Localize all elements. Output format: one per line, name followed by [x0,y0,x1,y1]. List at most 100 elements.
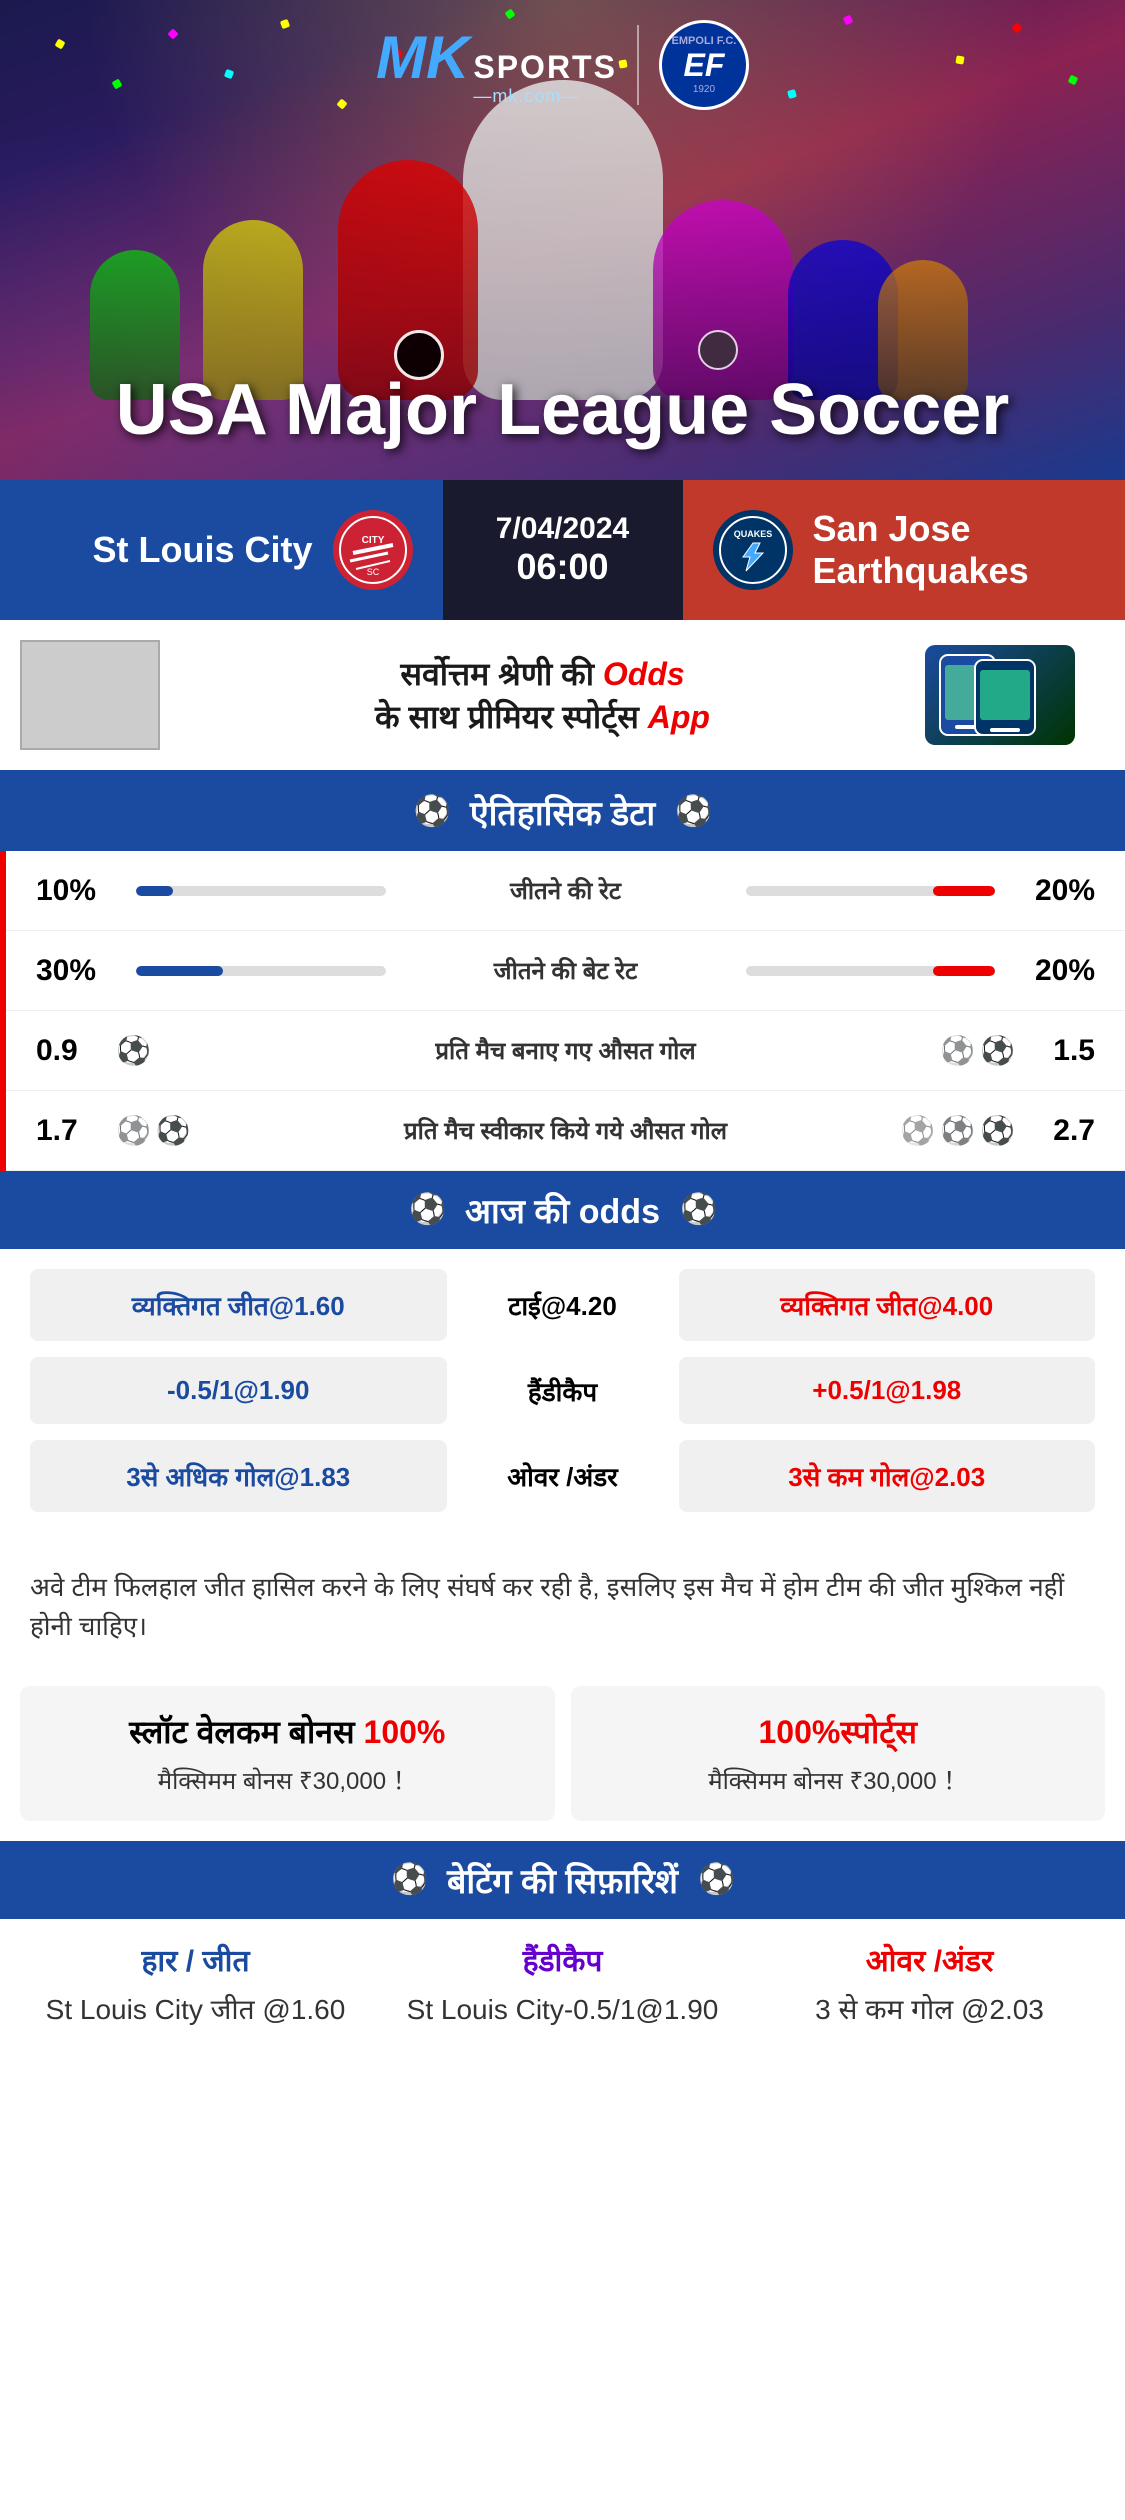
stat-row-avg-goals-scored: 0.9 ⚽ प्रति मैच बनाए गए औसत गोल ⚽ ⚽ 1.5 [6,1011,1125,1091]
team-home-name: St Louis City [92,529,312,571]
rec-value-over-under: 3 से कम गोल @2.03 [754,1990,1105,2029]
stat-bar-right-win-rate [746,886,996,896]
rec-value-handicap: St Louis City-0.5/1@1.90 [387,1990,738,2029]
ball-icon-1: ⚽ [116,1034,151,1067]
betting-rec-title: बेटिंग की सिफ़ारिशें [447,1857,678,1903]
stat-label-bet-win-rate: जीतने की बेट रेट [406,954,726,987]
promo-app-image [925,645,1105,745]
match-center: 7/04/2024 06:00 [443,480,683,620]
rec-value-win-loss: St Louis City जीत @1.60 [20,1990,371,2029]
promo-text-p1: सर्वोत्तम श्रेणी की [400,656,594,692]
odds-title: आज की odds [465,1187,660,1233]
odds-row-win: व्यक्तिगत जीत@1.60 टाई@4.20 व्यक्तिगत जी… [30,1269,1095,1341]
odds-over-under-label: ओवर /अंडर [463,1458,663,1494]
ball-icon-7: ⚽ [940,1114,975,1147]
betting-ball-icon-right: ⚽ [698,1862,734,1898]
stat-left-bet-win-rate: 30% [36,954,116,988]
empoli-name: EMPOLI F.C. [672,35,737,47]
odds-tie-label: टाई@4.20 [463,1287,663,1323]
stat-row-avg-goals-conceded: 1.7 ⚽ ⚽ प्रति मैच स्वीकार किये गये औसत ग… [6,1091,1125,1171]
promo-image-placeholder [20,640,160,750]
bonus-card-sports[interactable]: 100%स्पोर्ट्स मैक्सिमम बोनस ₹30,000 ！ [571,1686,1106,1821]
stat-icon-right-avg-goals-conceded: ⚽ ⚽ ⚽ [915,1114,1015,1147]
team-home-logo: CITY SC [333,510,413,590]
odds-over[interactable]: 3से अधिक गोल@1.83 [30,1440,447,1512]
promo-banner: सर्वोत्तम श्रेणी की Odds के साथ प्रीमियर… [0,620,1125,773]
rec-card-handicap: हैंडीकैप St Louis City-0.5/1@1.90 [387,1939,738,2029]
stat-right-avg-goals-scored: 1.5 [1015,1034,1095,1068]
team-away-name: San Jose Earthquakes [813,508,1096,592]
stat-bar-fill-left-win-rate [136,886,173,896]
rec-card-win-loss: हार / जीत St Louis City जीत @1.60 [20,1939,371,2029]
stat-bar-fill-left-bet-win-rate [136,966,223,976]
empoli-badge: EMPOLI F.C. EF 1920 [659,20,749,110]
bonus-sports-title: 100%स्पोर्ट्स [591,1710,1086,1753]
stat-left-avg-goals-scored: 0.9 [36,1034,116,1068]
empoli-initial: EF [683,47,724,84]
odds-away-win[interactable]: व्यक्तिगत जीत@4.00 [679,1269,1096,1341]
stat-bar-fill-right-win-rate [933,886,995,896]
stat-icon-left-avg-goals-scored: ⚽ [116,1034,216,1067]
odds-row-over-under: 3से अधिक गोल@1.83 ओवर /अंडर 3से कम गोल@2… [30,1440,1095,1512]
stat-label-win-rate: जीतने की रेट [406,874,726,907]
ball-icon-8: ⚽ [980,1114,1015,1147]
rec-card-over-under: ओवर /अंडर 3 से कम गोल @2.03 [754,1939,1105,2029]
rec-type-win-loss: हार / जीत [20,1939,371,1980]
rec-type-over-under: ओवर /अंडर [754,1939,1105,1980]
stat-icon-right-avg-goals-scored: ⚽ ⚽ [915,1034,1015,1067]
header-banner: MK SPORTS —mk.com— EMPOLI F.C. EF 1920 [0,0,1125,480]
ball-icon-4: ⚽ [116,1114,151,1147]
odds-section-header: ⚽ आज की odds ⚽ [0,1171,1125,1249]
bonus-card-slot[interactable]: स्लॉट वेलकम बोनस 100% मैक्सिमम बोनस ₹30,… [20,1686,555,1821]
promo-odds-highlight: Odds [603,656,685,692]
team-home-area: St Louis City CITY SC [0,480,443,620]
stat-right-avg-goals-conceded: 2.7 [1015,1114,1095,1148]
promo-text-area: सर्वोत्तम श्रेणी की Odds के साथ प्रीमियर… [160,652,925,738]
stat-bar-fill-right-bet-win-rate [933,966,995,976]
svg-text:CITY: CITY [361,535,384,546]
stat-right-bet-win-rate: 20% [1015,954,1095,988]
stat-right-win-rate: 20% [1015,874,1095,908]
league-title: USA Major League Soccer [116,371,1010,450]
odds-under[interactable]: 3से कम गोल@2.03 [679,1440,1096,1512]
odds-row-handicap: -0.5/1@1.90 हैंडीकैप +0.5/1@1.98 [30,1357,1095,1424]
stl-logo-svg: CITY SC [338,515,408,585]
empoli-year: 1920 [693,84,715,95]
stat-left-win-rate: 10% [36,874,116,908]
stat-row-bet-win-rate: 30% जीतने की बेट रेट 20% [6,931,1125,1011]
odds-away-handicap[interactable]: +0.5/1@1.98 [679,1357,1096,1424]
stat-bar-right-bet-win-rate [746,966,996,976]
odds-section: व्यक्तिगत जीत@1.60 टाई@4.20 व्यक्तिगत जी… [0,1249,1125,1548]
stat-row-win-rate: 10% जीतने की रेट 20% [6,851,1125,931]
soccer-ball-icon-left: ⚽ [414,794,450,830]
rec-type-handicap: हैंडीकैप [387,1939,738,1980]
match-date: 7/04/2024 [496,512,629,546]
bonus-sports-subtitle: मैक्सिमम बोनस ₹30,000 ！ [591,1761,1086,1797]
odds-handicap-label: हैंडीकैप [463,1373,663,1409]
svg-text:SC: SC [366,567,379,577]
betting-rec-section: हार / जीत St Louis City जीत @1.60 हैंडीक… [0,1919,1125,2069]
bonus-slot-title: स्लॉट वेलकम बोनस 100% [40,1710,535,1753]
odds-ball-icon-left: ⚽ [409,1192,445,1228]
odds-home-handicap[interactable]: -0.5/1@1.90 [30,1357,447,1424]
ball-icon-6: ⚽ [900,1114,935,1147]
header-divider [637,25,639,105]
ball-icon-5: ⚽ [156,1114,191,1147]
phones-svg [935,650,1065,740]
soccer-ball-icon-right: ⚽ [675,794,711,830]
info-text-section: अवे टीम फिलहाल जीत हासिल करने के लिए संघ… [0,1548,1125,1666]
match-bar: St Louis City CITY SC 7/04/2024 06:00 QU… [0,480,1125,620]
historical-data-section: 10% जीतने की रेट 20% 30% जीतने की बेट रे… [0,851,1125,1171]
promo-app-highlight: App [648,699,710,735]
team-away-area: QUAKES San Jose Earthquakes [683,480,1125,620]
betting-rec-header: ⚽ बेटिंग की सिफ़ारिशें ⚽ [0,1841,1125,1919]
historical-title: ऐतिहासिक डेटा [470,789,655,835]
stat-label-avg-goals-scored: प्रति मैच बनाए गए औसत गोल [216,1034,915,1067]
stat-left-avg-goals-conceded: 1.7 [36,1114,116,1148]
odds-home-win[interactable]: व्यक्तिगत जीत@1.60 [30,1269,447,1341]
header-logo-area: MK SPORTS —mk.com— EMPOLI F.C. EF 1920 [0,20,1125,110]
ball-icon-3: ⚽ [980,1034,1015,1067]
bonus-section: स्लॉट वेलकम बोनस 100% मैक्सिमम बोनस ₹30,… [0,1666,1125,1841]
team-away-logo: QUAKES [713,510,793,590]
stat-icon-left-avg-goals-conceded: ⚽ ⚽ [116,1114,216,1147]
